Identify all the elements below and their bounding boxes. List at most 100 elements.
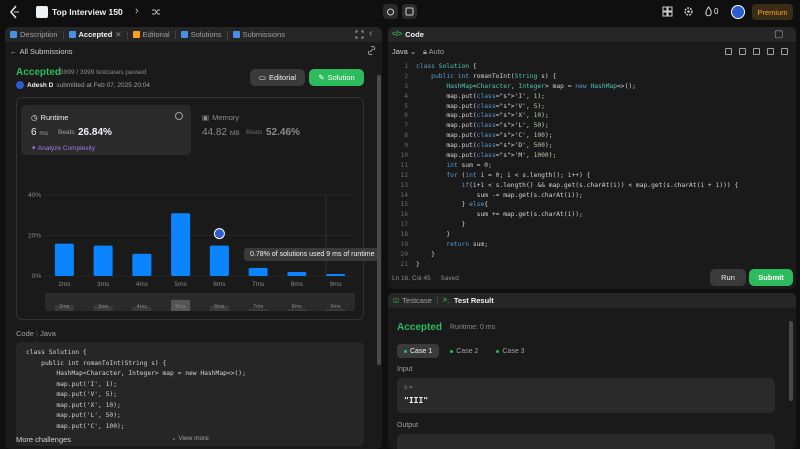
- grid-icon[interactable]: [662, 6, 673, 17]
- case-label: Case 1: [410, 347, 433, 355]
- tab-editorial[interactable]: Editorial: [128, 27, 175, 42]
- case-tab-3[interactable]: Case 3: [489, 344, 531, 358]
- code-line[interactable]: map.put(class="s">'M', 1000);: [416, 151, 738, 161]
- code-line[interactable]: for (int i = 0; i < s.length(); i++) {: [416, 171, 738, 181]
- runtime-distribution-chart[interactable]: 0% 20% 40% 2ms 3ms 4ms 5ms 6ms 7ms 8ms 9ms 2ms 3ms 4m…: [17, 98, 365, 321]
- user-avatar[interactable]: [731, 5, 745, 19]
- author-avatar[interactable]: [16, 81, 24, 89]
- tab-test-result[interactable]: >_ Test Result: [438, 296, 499, 305]
- code-line[interactable]: return sum;: [416, 240, 738, 250]
- tab-code[interactable]: </> Code: [392, 30, 424, 39]
- chart-bar[interactable]: [171, 213, 191, 276]
- clock-icon: [232, 31, 240, 38]
- navigator-tick-label: 6ms: [214, 304, 225, 310]
- submitted-code-preview[interactable]: class Solution { public int romanToInt(S…: [16, 342, 364, 446]
- testcase-tab-label: Testcase: [402, 296, 432, 305]
- navigator-tick-label: 8ms: [292, 304, 303, 310]
- code-line[interactable]: }: [416, 260, 738, 270]
- expand-icon[interactable]: [781, 48, 788, 55]
- code-line[interactable]: int sum = 0;: [416, 161, 738, 171]
- chart-bar[interactable]: [287, 271, 307, 276]
- code-line[interactable]: map.put(class="s">'L', 50);: [416, 121, 738, 131]
- collapse-icon[interactable]: ‹: [369, 28, 378, 39]
- case-tab-2[interactable]: Case 2: [443, 344, 485, 358]
- bookmark-icon[interactable]: [739, 48, 746, 55]
- next-problem-icon[interactable]: ›: [135, 5, 139, 17]
- editorial-button[interactable]: ▭ Editorial: [250, 69, 305, 86]
- timer-button[interactable]: [383, 4, 398, 19]
- range-navigator[interactable]: [45, 293, 355, 311]
- code-line[interactable]: map.put(class="s">'V', 5);: [416, 102, 738, 112]
- book-icon: ▭: [258, 73, 266, 82]
- format-icon[interactable]: [725, 48, 732, 55]
- chart-bar[interactable]: [248, 267, 268, 276]
- code-language: Java: [40, 329, 56, 338]
- code-line[interactable]: class Solution {: [416, 62, 738, 72]
- x-tick-label: 6ms: [213, 281, 226, 288]
- code-line[interactable]: public int romanToInt(String s) {: [416, 72, 738, 82]
- tab-solutions[interactable]: Solutions: [176, 27, 227, 42]
- code-bracket-icon: </>: [392, 31, 403, 38]
- solution-button[interactable]: ✎ Solution: [309, 69, 364, 86]
- code-line[interactable]: }: [416, 220, 738, 230]
- code-line[interactable]: HashMap<Character, Integer> map = new Ha…: [416, 82, 738, 92]
- autocomplete-toggle[interactable]: 🔒︎ Auto: [423, 47, 444, 57]
- problem-list-title[interactable]: Top Interview 150: [52, 7, 123, 17]
- code-line[interactable]: } else{: [416, 200, 738, 210]
- left-scrollbar[interactable]: [377, 75, 381, 365]
- tab-description[interactable]: Description: [5, 27, 63, 42]
- code-line[interactable]: if(i+1 < s.length() && map.get(s.charAt(…: [416, 181, 739, 191]
- reset-icon[interactable]: [767, 48, 774, 55]
- x-tick-label: 3ms: [97, 281, 110, 288]
- language-selector[interactable]: Java ⌄: [392, 47, 416, 56]
- leetcode-logo-icon[interactable]: [8, 5, 22, 19]
- pass-dot-icon: [450, 349, 454, 353]
- output-label: Output: [397, 422, 419, 429]
- user-position-marker: [213, 228, 225, 240]
- chart-bar[interactable]: [326, 273, 346, 276]
- code-tab-bar: </> Code ▢: [388, 27, 796, 42]
- shuffle-icon[interactable]: [151, 7, 161, 17]
- code-line[interactable]: sum += map.get(s.charAt(i));: [416, 210, 738, 220]
- prev-problem-icon[interactable]: ‹: [117, 5, 121, 17]
- notes-button[interactable]: [402, 4, 417, 19]
- problem-list-icon[interactable]: [36, 6, 48, 18]
- tab-label: Accepted: [78, 30, 113, 39]
- code-line[interactable]: map.put(class="s">'X', 10);: [416, 111, 738, 121]
- chart-bar[interactable]: [54, 243, 74, 276]
- maximize-icon[interactable]: [355, 30, 364, 39]
- braces-icon[interactable]: [753, 48, 760, 55]
- code-line[interactable]: }: [416, 230, 738, 240]
- case-label: Case 3: [502, 347, 525, 355]
- more-challenges-header: More challenges: [16, 435, 72, 444]
- streak-fire-icon[interactable]: [703, 6, 714, 17]
- run-button[interactable]: Run: [710, 269, 746, 286]
- back-to-submissions[interactable]: ← All Submissions: [10, 47, 73, 56]
- chart-bar[interactable]: [209, 245, 229, 276]
- code-line[interactable]: map.put(class="s">'D', 500);: [416, 141, 738, 151]
- tab-testcase[interactable]: ☑ Testcase: [388, 296, 437, 305]
- chart-bar[interactable]: [93, 245, 113, 276]
- code-lines[interactable]: class Solution { public int romanToInt(S…: [416, 62, 738, 270]
- code-line[interactable]: }: [416, 250, 738, 260]
- premium-button[interactable]: Premium: [752, 4, 793, 20]
- x-tick-label: 7ms: [252, 281, 265, 288]
- tab-accepted[interactable]: Accepted ✕: [64, 27, 127, 42]
- settings-gear-icon[interactable]: [683, 6, 694, 17]
- left-panel: Description Accepted ✕ Editorial Solutio…: [5, 27, 382, 449]
- tab-submissions[interactable]: Submissions: [228, 27, 291, 42]
- solution-label: Solution: [327, 73, 355, 82]
- code-line[interactable]: map.put(class="s">'C', 100);: [416, 131, 738, 141]
- code-line[interactable]: sum -= map.get(s.charAt(i));: [416, 191, 738, 201]
- case-tab-1[interactable]: Case 1: [397, 344, 440, 358]
- chart-bar[interactable]: [132, 253, 152, 276]
- author-name[interactable]: Adesh D: [27, 82, 53, 89]
- code-line[interactable]: map.put(class="s">'I', 1);: [416, 92, 738, 102]
- test-scrollbar[interactable]: [789, 321, 793, 401]
- code-editor[interactable]: 1 2 3 4 5 6 7 8 9 10 11 12 13 14 15 16 17 18 19 20 21 class …: [388, 62, 796, 272]
- fullscreen-icon[interactable]: ▢: [774, 29, 783, 40]
- close-tab-icon[interactable]: ✕: [115, 30, 121, 39]
- share-link-icon[interactable]: [367, 46, 376, 55]
- submit-button[interactable]: Submit: [749, 269, 793, 286]
- line-number: 16: [400, 211, 408, 219]
